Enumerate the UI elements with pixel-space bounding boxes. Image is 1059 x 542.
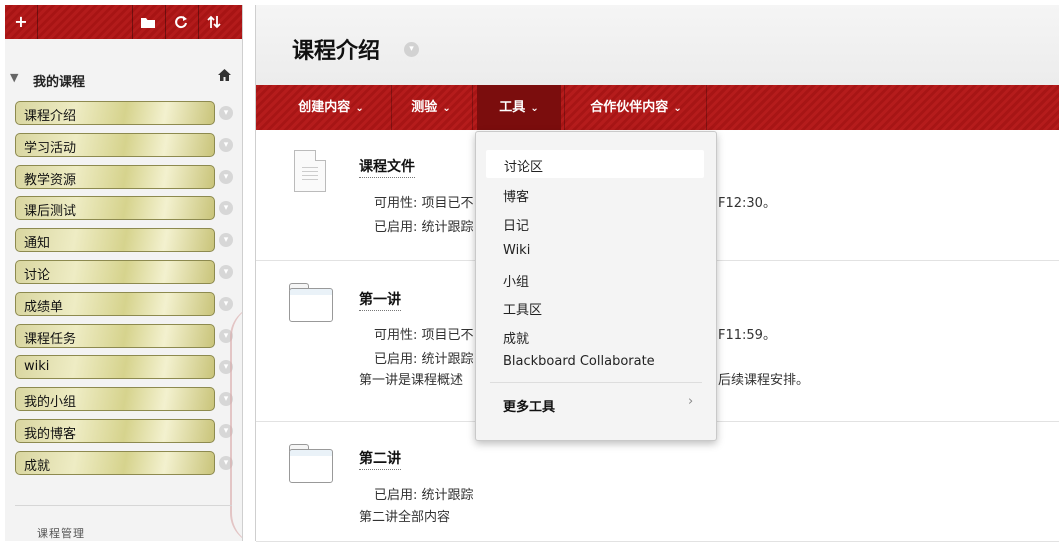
chevron-down-icon: ⌄ bbox=[530, 103, 539, 114]
menu-item-achievements[interactable]: 成就 bbox=[503, 328, 529, 347]
home-icon[interactable] bbox=[217, 68, 232, 86]
item-description-tail: 后续课程安排。 bbox=[718, 373, 810, 388]
sidebar-divider bbox=[15, 505, 232, 506]
document-icon bbox=[294, 150, 326, 192]
sidebar-item-label: 成绩单 bbox=[24, 299, 64, 315]
folder-icon bbox=[289, 444, 333, 483]
sidebar-item-my-groups[interactable]: 我的小组 ▾ bbox=[15, 387, 233, 412]
menu-divider bbox=[490, 382, 702, 383]
chevron-down-icon: ⌄ bbox=[442, 103, 451, 114]
sidebar-item-after-class-test[interactable]: 课后测试 ▾ bbox=[15, 196, 233, 221]
sort-button[interactable] bbox=[198, 5, 230, 39]
action-label: 合作伙伴内容 bbox=[590, 100, 669, 115]
my-courses-header[interactable]: ▼ 我的课程 bbox=[5, 67, 242, 93]
item-tracking: 已启用: 统计跟踪 bbox=[374, 488, 474, 503]
sidebar-item-label: 我的博客 bbox=[24, 426, 77, 442]
add-menu-item-button[interactable]: + bbox=[5, 5, 37, 39]
sidebar-item-discussion[interactable]: 讨论 ▾ bbox=[15, 259, 233, 284]
menu-item-tools-area[interactable]: 工具区 bbox=[503, 299, 542, 318]
chevron-down-icon[interactable]: ▾ bbox=[219, 169, 233, 184]
sidebar-toolbar: + bbox=[5, 5, 242, 39]
menu-item-label: 讨论区 bbox=[504, 160, 544, 175]
item-tracking: 已启用: 统计跟踪 bbox=[374, 352, 474, 367]
item-availability: 可用性: 项目已不 bbox=[374, 328, 474, 343]
sidebar-item-label: 成就 bbox=[24, 458, 51, 474]
chevron-down-icon[interactable]: ▾ bbox=[219, 233, 233, 248]
tools-menu[interactable]: 工具 ⌄ bbox=[477, 85, 561, 130]
item-description: 第一讲是课程概述 bbox=[359, 373, 464, 388]
sidebar-item-label: 课程任务 bbox=[24, 331, 77, 347]
tools-dropdown: 讨论区 博客 日记 Wiki 小组 工具区 成就 Blackboard Coll… bbox=[475, 131, 717, 441]
sidebar-item-course-tasks[interactable]: 课程任务 ▾ bbox=[15, 323, 233, 348]
sidebar-item-grades[interactable]: 成绩单 ▾ bbox=[15, 291, 233, 316]
folder-icon bbox=[141, 18, 155, 28]
sidebar-item-label: 课程介绍 bbox=[24, 109, 77, 124]
action-label: 创建内容 bbox=[298, 100, 351, 115]
sidebar-item-label: 学习活动 bbox=[24, 140, 77, 156]
item-tracking: 已启用: 统计跟踪 bbox=[374, 220, 474, 235]
chevron-down-icon[interactable]: ▾ bbox=[404, 42, 419, 57]
refresh-icon bbox=[175, 16, 187, 29]
menu-item-more-tools[interactable]: 更多工具 bbox=[503, 396, 555, 415]
action-label: 测验 bbox=[411, 100, 438, 115]
menu-item-discussion-board[interactable]: 讨论区 bbox=[486, 150, 704, 178]
item-availability-tail: F12:30。 bbox=[718, 196, 776, 211]
folder-icon bbox=[289, 283, 333, 322]
item-title-link[interactable]: 课程文件 bbox=[359, 156, 415, 178]
item-availability: 可用性: 项目已不 bbox=[374, 196, 474, 211]
sidebar-item-my-blog[interactable]: 我的博客 ▾ bbox=[15, 418, 233, 443]
item-description: 第二讲全部内容 bbox=[359, 510, 451, 525]
my-courses-title: 我的课程 bbox=[33, 75, 86, 90]
menu-item-blogs[interactable]: 博客 bbox=[503, 186, 529, 205]
sidebar-item-wiki[interactable]: wiki ▾ bbox=[15, 355, 233, 380]
chevron-right-icon: › bbox=[688, 394, 694, 409]
chevron-down-icon[interactable]: ▾ bbox=[219, 106, 233, 120]
chevron-down-icon[interactable]: ▾ bbox=[219, 137, 233, 152]
sidebar-item-learning-activities[interactable]: 学习活动 ▾ bbox=[15, 132, 233, 157]
sidebar-item-label: 通知 bbox=[24, 236, 51, 252]
sidebar-item-label: 讨论 bbox=[24, 267, 51, 283]
partner-content-menu[interactable]: 合作伙伴内容 ⌄ bbox=[571, 85, 701, 130]
chevron-down-icon[interactable]: ▾ bbox=[219, 296, 233, 311]
sidebar-item-announcements[interactable]: 通知 ▾ bbox=[15, 228, 233, 253]
chevron-down-icon: ⌄ bbox=[673, 103, 682, 114]
item-title-link[interactable]: 第二讲 bbox=[359, 448, 401, 470]
sidebar-item-label: 课后测试 bbox=[24, 204, 77, 220]
item-availability-tail: F11:59。 bbox=[718, 328, 776, 343]
sort-icon bbox=[207, 15, 221, 29]
menu-item-journals[interactable]: 日记 bbox=[503, 215, 529, 234]
menu-item-wiki[interactable]: Wiki bbox=[503, 243, 530, 258]
sidebar-item-achievements[interactable]: 成就 ▾ bbox=[15, 450, 233, 475]
collapse-triangle-icon[interactable]: ▼ bbox=[10, 71, 18, 84]
menu-item-blackboard-collaborate[interactable]: Blackboard Collaborate bbox=[503, 354, 655, 369]
page-header: 课程介绍 ▾ bbox=[256, 5, 1059, 86]
action-label: 工具 bbox=[499, 100, 526, 115]
refresh-button[interactable] bbox=[165, 5, 197, 39]
chevron-down-icon[interactable]: ▾ bbox=[219, 201, 233, 216]
sidebar-item-label: wiki bbox=[24, 359, 50, 375]
course-management-label[interactable]: 课程管理 bbox=[37, 525, 85, 541]
sidebar-item-course-intro[interactable]: 课程介绍 ▾ bbox=[15, 101, 233, 125]
chevron-down-icon[interactable]: ▾ bbox=[219, 264, 233, 279]
sidebar-item-teaching-resources[interactable]: 教学资源 ▾ bbox=[15, 164, 233, 189]
sidebar-item-label: 教学资源 bbox=[24, 172, 77, 188]
course-sidebar: + ▼ 我的课程 课程介绍 ▾ 学习活动 ▾ 教学资源 ▾ 课后测试 ▾ 通知 … bbox=[5, 5, 243, 541]
menu-item-groups[interactable]: 小组 bbox=[503, 271, 529, 290]
course-menu-list: 课程介绍 ▾ 学习活动 ▾ 教学资源 ▾ 课后测试 ▾ 通知 ▾ 讨论 ▾ 成绩单 ▾ 课程任… bbox=[15, 101, 233, 483]
folder-view-button[interactable] bbox=[132, 5, 164, 39]
action-bar: 创建内容 ⌄ 测验 ⌄ 工具 ⌄ 合作伙伴内容 ⌄ bbox=[256, 85, 1059, 130]
page-title: 课程介绍 bbox=[292, 39, 381, 64]
sidebar-item-label: 我的小组 bbox=[24, 395, 77, 411]
test-menu[interactable]: 测验 ⌄ bbox=[396, 85, 466, 130]
item-title-link[interactable]: 第一讲 bbox=[359, 289, 401, 311]
create-content-menu[interactable]: 创建内容 ⌄ bbox=[276, 85, 386, 130]
chevron-down-icon: ⌄ bbox=[355, 103, 364, 114]
